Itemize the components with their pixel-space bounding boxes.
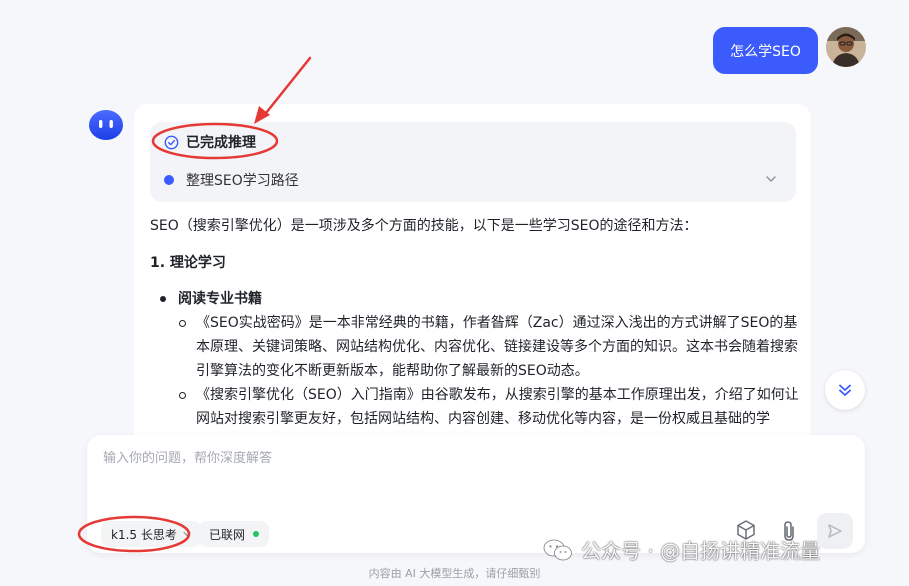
chevron-down-icon[interactable] [764,172,778,186]
answer-intro: SEO（搜索引擎优化）是一项涉及多个方面的技能，以下是一些学习SEO的途径和方法… [150,218,698,234]
check-circle-icon [164,135,179,149]
watermark-text: 公众号 · @自扬讲精准流量 [581,539,821,563]
user-message-text: 怎么学SEO [730,43,801,60]
send-button[interactable] [817,513,853,549]
double-chevron-down-icon [839,384,851,396]
reasoning-status-label: 已完成推理 [186,135,256,151]
model-selector[interactable]: k1.5 长思考 [101,521,201,547]
web-search-label: 已联网 [209,527,246,542]
sub-list-item: 《SEO实战密码》是一本非常经典的书籍，作者昝辉（Zac）通过深入浅出的方式讲解… [150,311,800,383]
bot-avatar-icon [88,106,124,142]
reasoning-status: 已完成推理 [164,132,256,152]
chevron-down-icon [183,531,191,537]
section-heading: 1. 理论学习 [150,255,226,271]
reasoning-panel[interactable]: 已完成推理 整理SEO学习路径 [150,122,796,202]
reasoning-step-label: 整理SEO学习路径 [186,173,299,189]
list-item: 阅读专业书籍 [150,287,800,311]
question-input[interactable] [103,451,803,466]
scroll-to-bottom-button[interactable] [825,370,865,410]
model-selector-label: k1.5 长思考 [111,527,177,542]
wechat-icon [543,539,572,560]
watermark: 公众号 · @自扬讲精准流量 [543,535,820,564]
user-message-bubble: 怎么学SEO [713,27,818,74]
reasoning-step: 整理SEO学习路径 [164,170,299,190]
web-search-toggle[interactable]: 已联网 [199,521,270,547]
user-avatar[interactable] [826,27,866,67]
sub-list-item: 《搜索引擎优化（SEO）入门指南》由谷歌发布，从搜索引擎的基本工作原理出发，介绍… [150,383,800,431]
send-icon [828,524,842,538]
answer-body: SEO（搜索引擎优化）是一项涉及多个方面的技能，以下是一些学习SEO的途径和方法… [150,214,800,431]
step-check-icon [164,175,174,185]
ai-disclaimer: 内容由 AI 大模型生成，请仔细甄别 [368,567,541,580]
online-status-icon [253,531,260,537]
